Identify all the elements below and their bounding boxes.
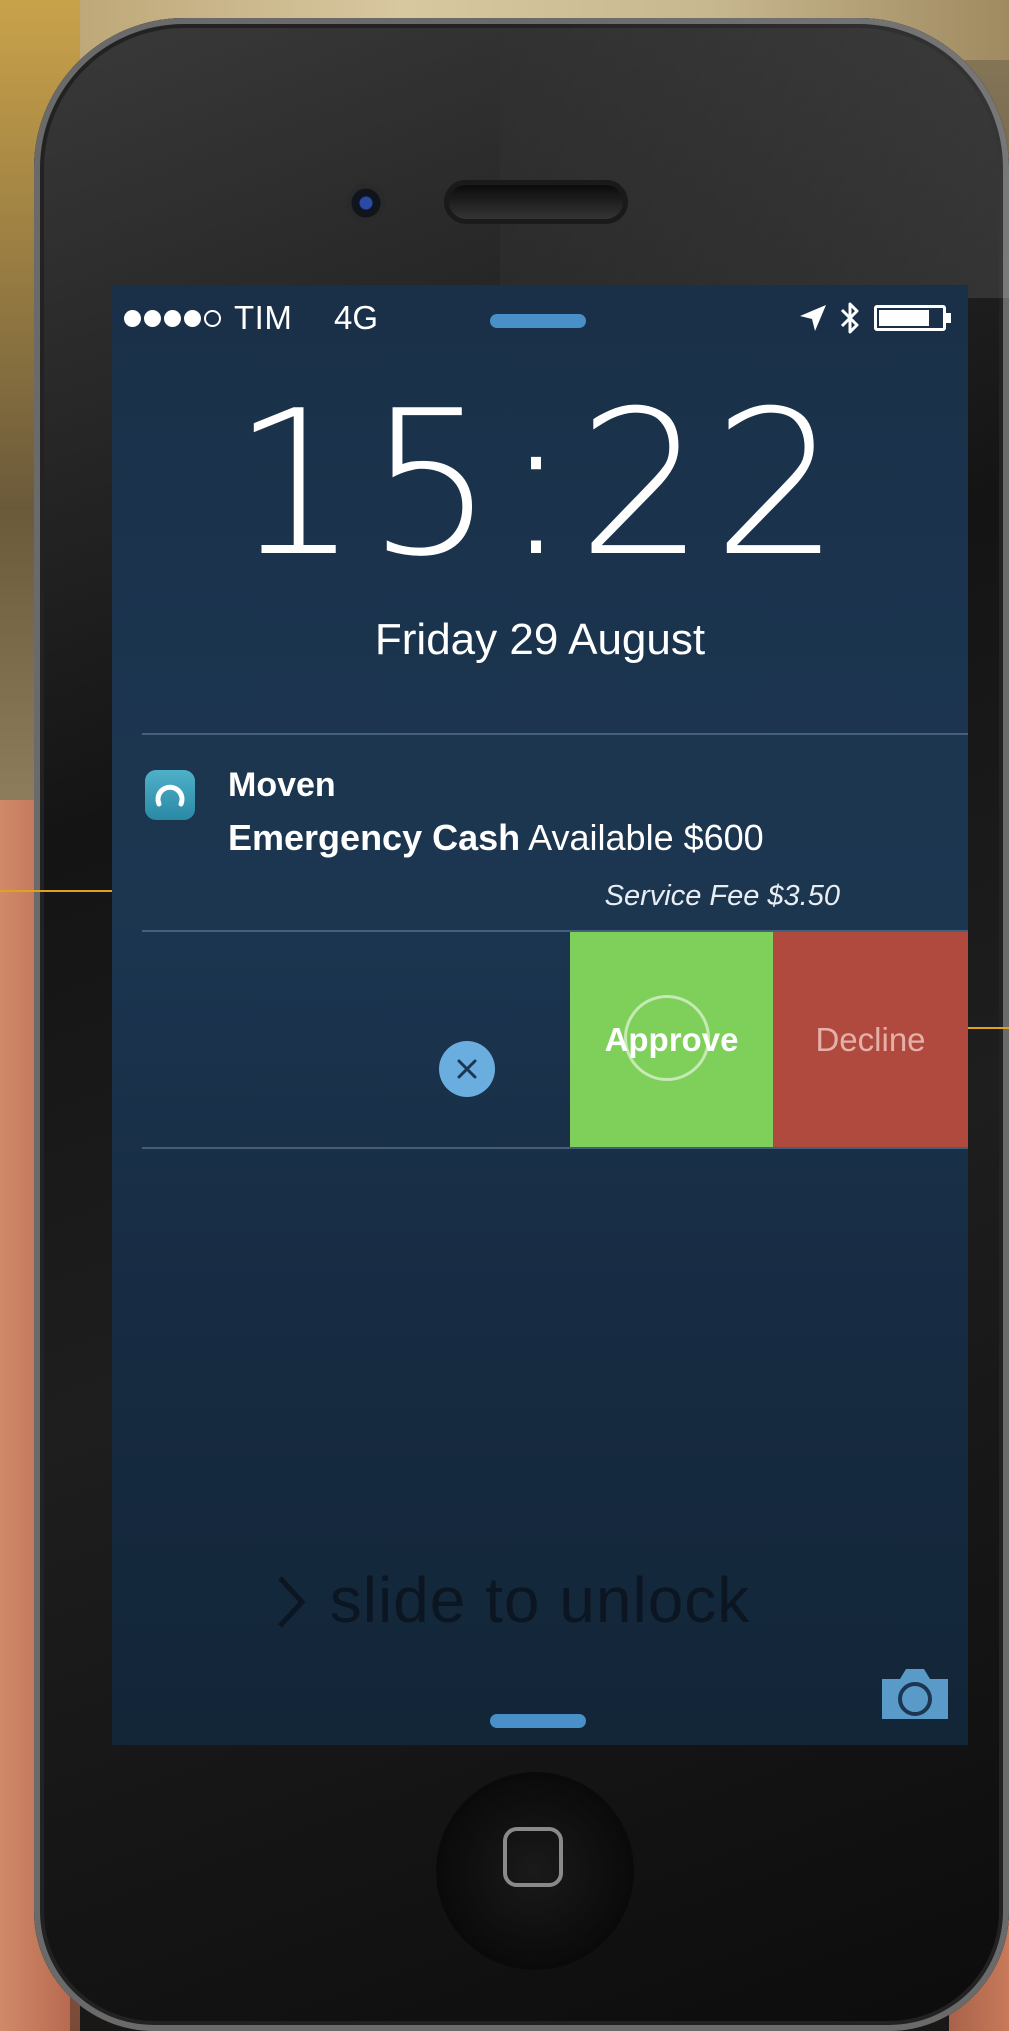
battery-fill [879, 310, 929, 326]
carrier-name: TIM [234, 299, 293, 336]
signal-dot-empty [204, 309, 221, 327]
moven-app-icon [145, 770, 195, 820]
battery-tip [946, 313, 951, 323]
signal-dot [184, 309, 201, 327]
home-button-icon [503, 1827, 563, 1887]
earpiece-speaker [444, 180, 628, 224]
phone-glare [500, 18, 1009, 298]
lock-screen: TIM 4G 15:22 Friday 29 August Moven Emer… [112, 285, 968, 1745]
control-center-grabber[interactable] [490, 1714, 586, 1728]
lock-date: Friday 29 August [374, 615, 706, 664]
status-bar: TIM 4G [112, 285, 968, 351]
lock-clock: 15:22 [231, 368, 849, 601]
signal-dot [164, 309, 181, 327]
camera-icon[interactable] [878, 1665, 952, 1723]
divider [142, 1147, 968, 1149]
notification-fee: Service Fee $3.50 [604, 880, 840, 912]
touch-indicator [624, 995, 710, 1081]
notification-app-name: Moven [228, 766, 336, 804]
front-camera [346, 183, 386, 223]
location-arrow-icon [800, 305, 826, 331]
close-icon [457, 1059, 477, 1079]
bluetooth-icon [840, 302, 859, 334]
dismiss-button[interactable] [439, 1041, 495, 1097]
notification-center-grabber[interactable] [490, 314, 586, 328]
notification-text: Available $600 [528, 817, 764, 858]
signal-strength-icon [124, 307, 221, 329]
notification-message: Emergency Cash Available $600 [228, 817, 764, 859]
signal-dot [124, 309, 141, 327]
signal-dot [144, 309, 161, 327]
battery-icon [874, 305, 946, 331]
notification-title: Emergency Cash [228, 817, 521, 858]
network-type: 4G [334, 299, 379, 336]
moven-logo-icon [155, 784, 185, 807]
slide-to-unlock[interactable]: slide to unlock [112, 1563, 968, 1637]
decline-button[interactable]: Decline [773, 932, 968, 1147]
